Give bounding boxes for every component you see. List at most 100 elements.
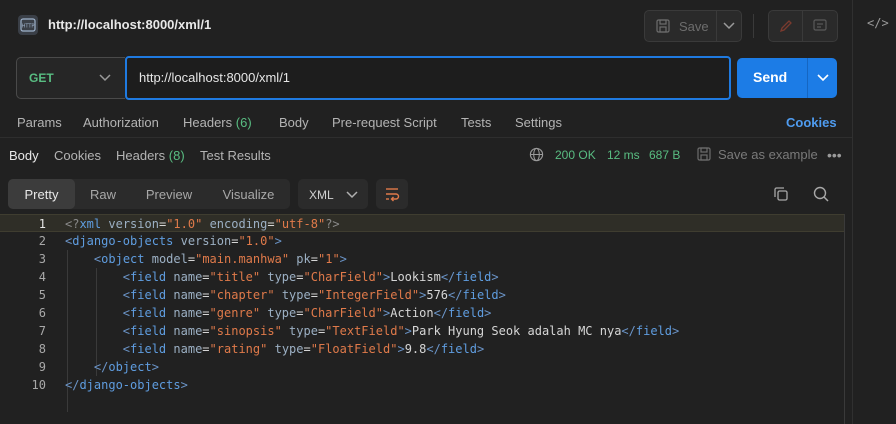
request-actions — [768, 10, 838, 42]
root-tag: django-objects — [79, 378, 181, 392]
response-body-viewer[interactable]: 1 <?xml version="1.0" encoding="utf-8"?>… — [0, 214, 852, 424]
comment-icon — [813, 19, 827, 31]
code-text: <field name="genre" type="CharField">Act… — [122, 306, 492, 320]
response-size[interactable]: 687 B — [649, 148, 680, 162]
line-number: 4 — [38, 270, 46, 284]
response-time[interactable]: 12 ms — [607, 148, 640, 162]
response-toolbar: Pretty Raw Preview Visualize XML — [0, 176, 852, 212]
search-icon[interactable] — [812, 185, 830, 203]
field-tag: field — [440, 342, 477, 356]
code-text: </object> — [93, 360, 159, 374]
chevron-down-icon[interactable] — [817, 74, 829, 82]
save-button-group: Save — [644, 10, 742, 42]
request-tabs: Params Authorization Headers (6) Body Pr… — [0, 110, 852, 138]
tab-test-results[interactable]: Test Results — [200, 148, 271, 163]
field-name: sinopsis — [216, 324, 275, 338]
more-options-icon[interactable]: ••• — [827, 147, 842, 163]
wrap-lines-icon — [386, 188, 400, 202]
code-line: 2 <django-objects version="1.0"> — [0, 232, 845, 250]
code-snippet-icon[interactable]: </> — [867, 16, 889, 34]
field-tag: field — [462, 288, 499, 302]
tab-params[interactable]: Params — [17, 115, 62, 130]
floppy-disk-icon — [656, 19, 670, 33]
url-input[interactable] — [139, 70, 719, 85]
save-as-example-button[interactable]: Save as example — [718, 147, 818, 162]
field-type: FloatField — [317, 342, 391, 356]
tab-headers-label: Headers — [183, 115, 233, 130]
svg-text:HTTP: HTTP — [22, 24, 35, 30]
save-button[interactable]: Save — [645, 11, 717, 41]
send-button[interactable]: Send — [737, 58, 837, 98]
view-pretty[interactable]: Pretty — [8, 179, 75, 209]
chevron-down-icon — [99, 74, 111, 82]
pencil-icon — [779, 20, 792, 33]
code-text: <field name="sinopsis" type="TextField">… — [122, 324, 680, 338]
tab-response-headers[interactable]: Headers (8) — [116, 148, 185, 163]
chevron-down-icon — [723, 22, 735, 30]
tab-response-body[interactable]: Body — [9, 148, 39, 163]
line-number: 1 — [38, 217, 46, 231]
object-model: main.manhwa — [202, 252, 282, 266]
tab-pre-request-script[interactable]: Pre-request Script — [332, 115, 437, 130]
tab-tests[interactable]: Tests — [461, 115, 491, 130]
divider — [753, 14, 754, 38]
cookies-link[interactable]: Cookies — [786, 115, 837, 130]
field-value: Action — [390, 306, 434, 320]
root-version: 1.0 — [245, 234, 268, 248]
response-tabs: Body Cookies Headers (8) Test Results 20… — [0, 140, 852, 172]
tab-response-headers-label: Headers — [116, 148, 166, 163]
line-number: 3 — [38, 252, 46, 266]
view-visualize[interactable]: Visualize — [207, 179, 290, 209]
tab-authorization[interactable]: Authorization — [83, 115, 159, 130]
url-field[interactable] — [125, 56, 731, 100]
request-title[interactable]: http://localhost:8000/xml/1 — [48, 17, 211, 32]
globe-icon[interactable] — [529, 147, 544, 162]
field-name: genre — [216, 306, 253, 320]
divider — [807, 58, 808, 98]
save-options-button[interactable] — [717, 11, 741, 41]
format-select[interactable]: XML — [298, 179, 368, 209]
field-value: 9.8 — [404, 342, 427, 356]
object-pk: 1 — [325, 252, 333, 266]
floppy-disk-icon — [697, 147, 711, 161]
field-value: 576 — [426, 288, 449, 302]
line-number: 6 — [38, 306, 46, 320]
code-text: <django-objects version="1.0"> — [65, 234, 282, 248]
wrap-lines-button[interactable] — [376, 179, 408, 209]
comments-button[interactable] — [803, 11, 837, 41]
view-mode-switch: Pretty Raw Preview Visualize — [8, 179, 290, 209]
code-line: 10 </django-objects> — [0, 376, 845, 394]
code-line: 9 </object> — [0, 358, 845, 376]
view-raw[interactable]: Raw — [75, 179, 131, 209]
edit-button[interactable] — [769, 11, 803, 41]
code-text: <field name="chapter" type="IntegerField… — [122, 288, 506, 302]
object-tag: object — [101, 252, 145, 266]
tab-body[interactable]: Body — [279, 115, 309, 130]
tab-response-headers-count: (8) — [168, 148, 185, 163]
code-text: <object model="main.manhwa" pk="1"> — [93, 252, 347, 266]
code-line: 3 <object model="main.manhwa" pk="1"> — [0, 250, 845, 268]
field-type: CharField — [310, 306, 376, 320]
status-code[interactable]: 200 OK — [555, 148, 596, 162]
code-line: 7 <field name="sinopsis" type="TextField… — [0, 322, 845, 340]
code-line: 8 <field name="rating" type="FloatField"… — [0, 340, 845, 358]
copy-icon[interactable] — [772, 185, 790, 203]
tab-response-cookies[interactable]: Cookies — [54, 148, 101, 163]
field-tag: field — [130, 306, 167, 320]
xml-encoding: utf-8 — [281, 217, 318, 231]
right-sidebar: </> — [852, 0, 896, 424]
code-text: </django-objects> — [65, 378, 188, 392]
field-name: chapter — [216, 288, 268, 302]
code-line: 4 <field name="title" type="CharField">L… — [0, 268, 845, 286]
view-preview[interactable]: Preview — [131, 179, 207, 209]
field-name: rating — [216, 342, 261, 356]
code-text: <field name="title" type="CharField">Loo… — [122, 270, 499, 284]
format-label: XML — [309, 188, 334, 202]
field-name: title — [216, 270, 253, 284]
method-select[interactable]: GET — [16, 57, 125, 99]
editor-border — [844, 214, 845, 424]
field-value: Park Hyung Seok adalah MC nya — [411, 324, 622, 338]
tab-headers[interactable]: Headers (6) — [183, 115, 252, 130]
field-tag: field — [448, 306, 485, 320]
tab-settings[interactable]: Settings — [515, 115, 562, 130]
